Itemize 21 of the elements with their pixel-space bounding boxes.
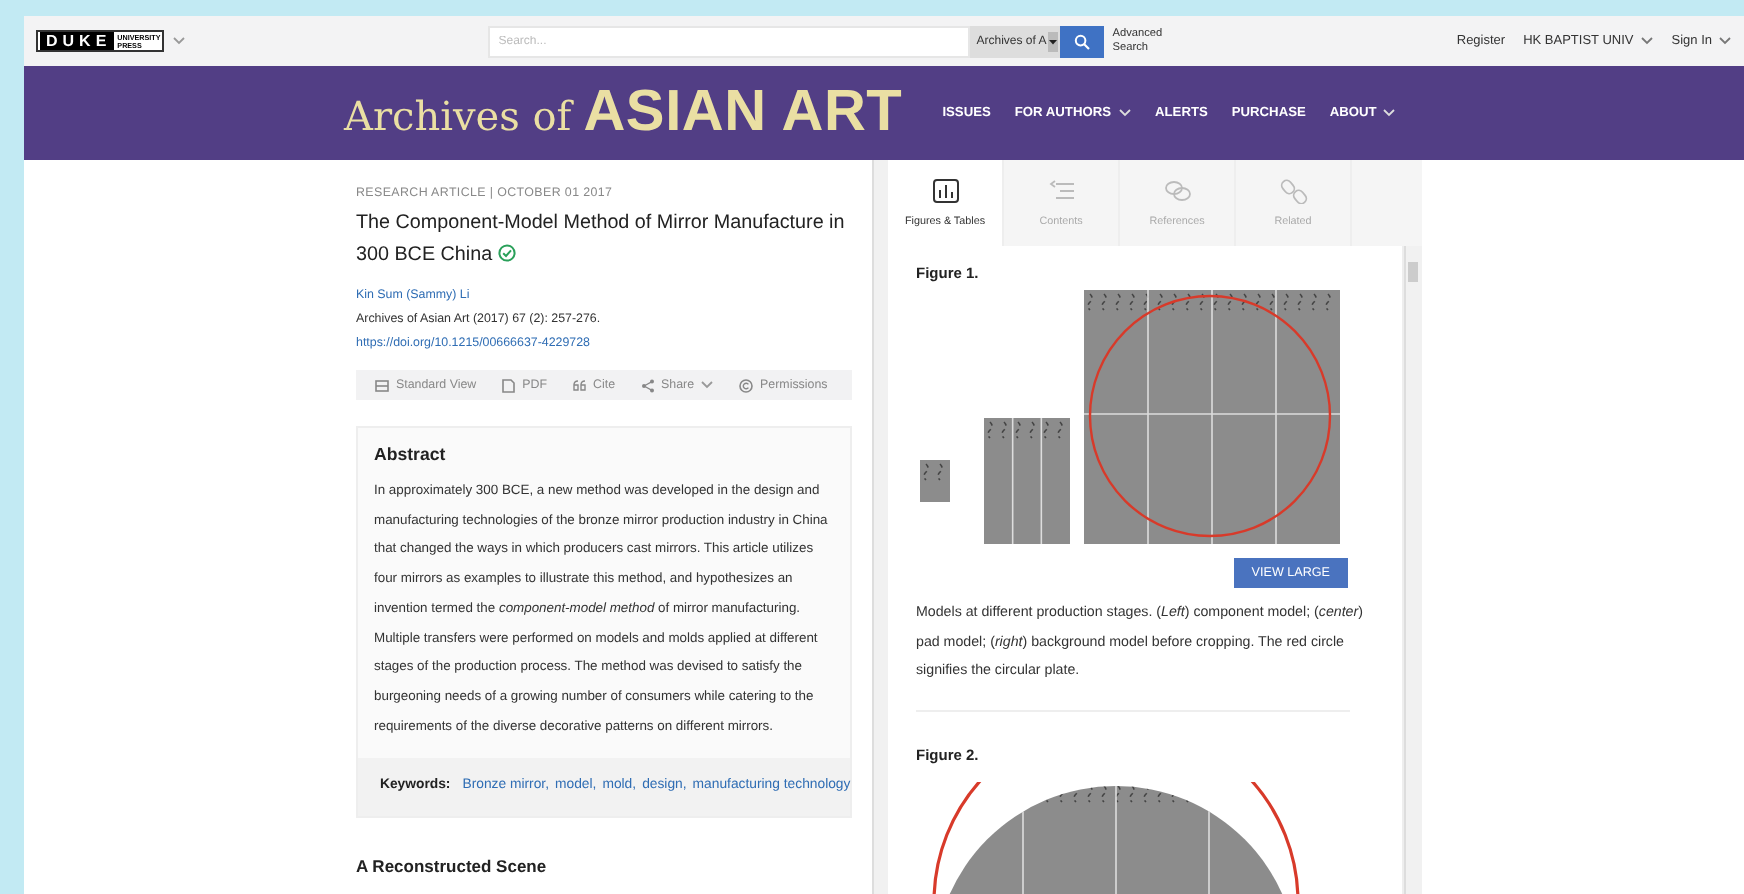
- model-image: [984, 418, 1070, 544]
- share-icon: [639, 377, 656, 393]
- chevron-down-icon: [172, 36, 187, 46]
- model-image: [920, 460, 950, 502]
- scrollbar[interactable]: [872, 160, 888, 894]
- journal-title[interactable]: Archives of ASIAN ART: [344, 80, 903, 146]
- scrollbar[interactable]: [1404, 246, 1422, 894]
- caret-icon: [1048, 37, 1059, 45]
- article-title: The Component-Model Method of Mirror Manufacture in 300 BCE China: [356, 212, 845, 266]
- list-icon: [1047, 178, 1075, 204]
- link-icon: [1279, 178, 1307, 204]
- abstract-heading: Abstract: [374, 444, 448, 464]
- copyright-icon: [738, 377, 755, 393]
- quote-icon: [571, 377, 588, 393]
- chart-icon: [931, 178, 959, 204]
- search-icon: [1074, 33, 1091, 49]
- search-button[interactable]: [1060, 25, 1105, 57]
- linked-rings-icon: [1163, 178, 1191, 204]
- document-icon: [500, 377, 517, 393]
- page-icon: [374, 377, 390, 393]
- section-heading: A Reconstructed Scene: [356, 856, 549, 877]
